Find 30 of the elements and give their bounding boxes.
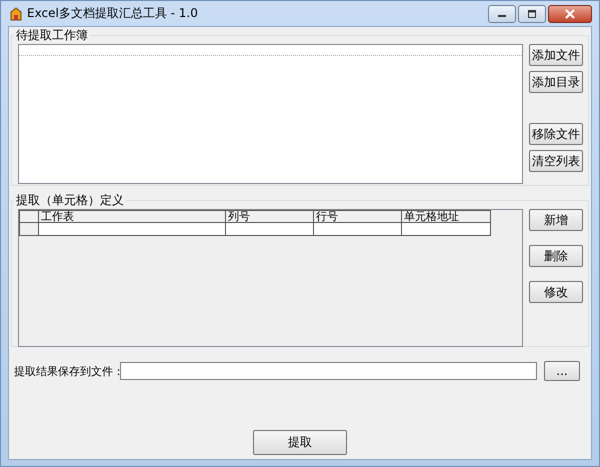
row-header — [20, 222, 38, 236]
action-button[interactable]: 删除 — [529, 245, 583, 267]
table-cell[interactable] — [38, 222, 226, 236]
data-grid[interactable]: 工作表 列号 行号 单元格地址 — [18, 209, 523, 347]
output-path-field[interactable] — [120, 362, 537, 380]
table-cell[interactable] — [402, 222, 490, 236]
close-button[interactable] — [548, 5, 592, 23]
group-title: 提取（单元格）定义 — [15, 192, 125, 209]
table-cell[interactable] — [226, 222, 314, 236]
table-cell[interactable] — [314, 222, 402, 236]
browse-button[interactable]: ... — [544, 361, 580, 381]
corner-cell — [20, 210, 38, 222]
group-title: 待提取工作簿 — [15, 27, 89, 44]
action-button[interactable]: 移除文件 — [529, 123, 583, 145]
action-button[interactable]: 修改 — [529, 281, 583, 303]
column-header[interactable]: 工作表 — [38, 210, 226, 222]
action-button[interactable]: 新增 — [529, 209, 583, 231]
action-button[interactable]: 添加目录 — [529, 71, 583, 93]
column-header[interactable]: 行号 — [314, 210, 402, 222]
minimize-button[interactable] — [488, 5, 516, 23]
maximize-button[interactable] — [518, 5, 546, 23]
maximize-icon — [527, 10, 537, 18]
close-icon — [564, 9, 576, 19]
extract-button[interactable]: 提取 — [253, 430, 347, 455]
action-button[interactable]: 添加文件 — [529, 44, 583, 66]
action-button[interactable]: 清空列表 — [529, 150, 583, 172]
window-title: Excel多文档提取汇总工具 - 1.0 — [27, 5, 198, 22]
column-header[interactable]: 单元格地址 — [402, 210, 490, 222]
column-header[interactable]: 列号 — [226, 210, 314, 222]
app-icon — [9, 6, 23, 20]
